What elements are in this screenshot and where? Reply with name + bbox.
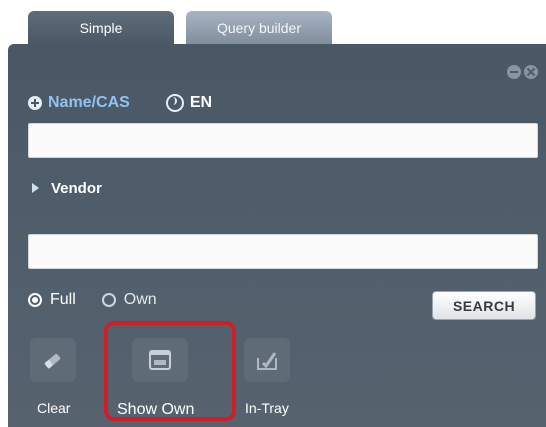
radio-own[interactable] — [101, 293, 116, 307]
triangle-right-icon — [32, 183, 39, 193]
name-cas-toggle[interactable]: Name/CAS — [28, 94, 130, 112]
scope-full-label: Full — [50, 291, 76, 308]
window-controls — [507, 65, 538, 79]
scope-radio-group: Full Own — [28, 290, 157, 310]
show-own-label: Show Own — [117, 401, 195, 418]
search-button[interactable]: SEARCH — [432, 291, 536, 320]
clear-button[interactable] — [30, 338, 76, 382]
scope-own-option[interactable]: Own — [101, 291, 157, 309]
tab-query-builder[interactable]: Query builder — [186, 11, 332, 45]
language-toggle[interactable]: EN — [165, 94, 213, 112]
vendor-label: Vendor — [51, 179, 102, 197]
clear-label: Clear — [37, 400, 71, 416]
search-mode-row: Name/CAS EN — [28, 92, 212, 114]
show-own-button[interactable] — [132, 338, 188, 382]
scope-own-label: Own — [123, 291, 157, 308]
tray-icon — [257, 352, 277, 370]
in-tray-label: In-Tray — [245, 400, 289, 416]
folder-icon — [149, 350, 171, 370]
tab-simple[interactable]: Simple — [28, 11, 174, 45]
eraser-icon — [44, 354, 61, 369]
in-tray-button[interactable] — [244, 338, 290, 382]
radio-full[interactable] — [28, 293, 42, 307]
minus-circle-icon[interactable] — [507, 65, 521, 79]
name-cas-input[interactable] — [28, 123, 538, 158]
plus-circle-icon — [28, 96, 42, 110]
vendor-input[interactable] — [28, 234, 538, 269]
language-label: EN — [189, 94, 213, 111]
vendor-toggle[interactable]: Vendor — [32, 178, 102, 198]
name-cas-label: Name/CAS — [48, 94, 130, 111]
globe-icon — [165, 94, 184, 112]
tab-bar: Simple Query builder — [8, 11, 546, 47]
scope-full-option[interactable]: Full — [28, 291, 76, 309]
close-circle-icon[interactable] — [524, 65, 538, 79]
